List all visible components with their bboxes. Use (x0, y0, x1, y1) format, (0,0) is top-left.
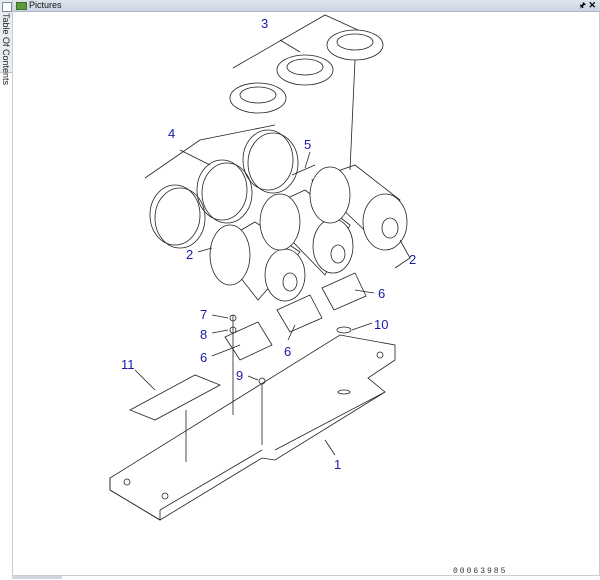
close-icon[interactable]: ✕ (588, 0, 596, 11)
callout-2-right: 2 (409, 252, 416, 267)
callout-6-left: 6 (200, 350, 207, 365)
pin-icon[interactable]: 🖈 (579, 0, 586, 11)
base-plate (109, 334, 396, 521)
pictures-panel-header: Pictures 🖈 ✕ (13, 0, 600, 12)
air-cleaners (209, 164, 408, 302)
callout-7: 7 (200, 307, 207, 322)
table-of-contents-label: Table Of Contents (1, 13, 11, 86)
document-icon (2, 2, 12, 12)
callout-6-middle: 6 (284, 344, 291, 359)
callout-2-left: 2 (186, 247, 193, 262)
callout-5: 5 (304, 137, 311, 152)
callout-3: 3 (261, 16, 268, 31)
callout-10: 10 (374, 317, 388, 332)
label-plate (129, 374, 221, 421)
callout-4: 4 (168, 126, 175, 141)
callout-6-right: 6 (378, 286, 385, 301)
picture-icon (16, 2, 27, 10)
callout-1: 1 (334, 457, 341, 472)
panel-title: Pictures (29, 0, 62, 10)
cleaner-caps (229, 29, 384, 114)
callout-9: 9 (236, 368, 243, 383)
drawing-number: 00063985 (453, 567, 507, 575)
callout-8: 8 (200, 327, 207, 342)
callout-11: 11 (121, 357, 135, 372)
parts-diagram: 3 4 5 2 2 6 7 8 10 6 6 11 9 1 00063985 (12, 12, 600, 576)
